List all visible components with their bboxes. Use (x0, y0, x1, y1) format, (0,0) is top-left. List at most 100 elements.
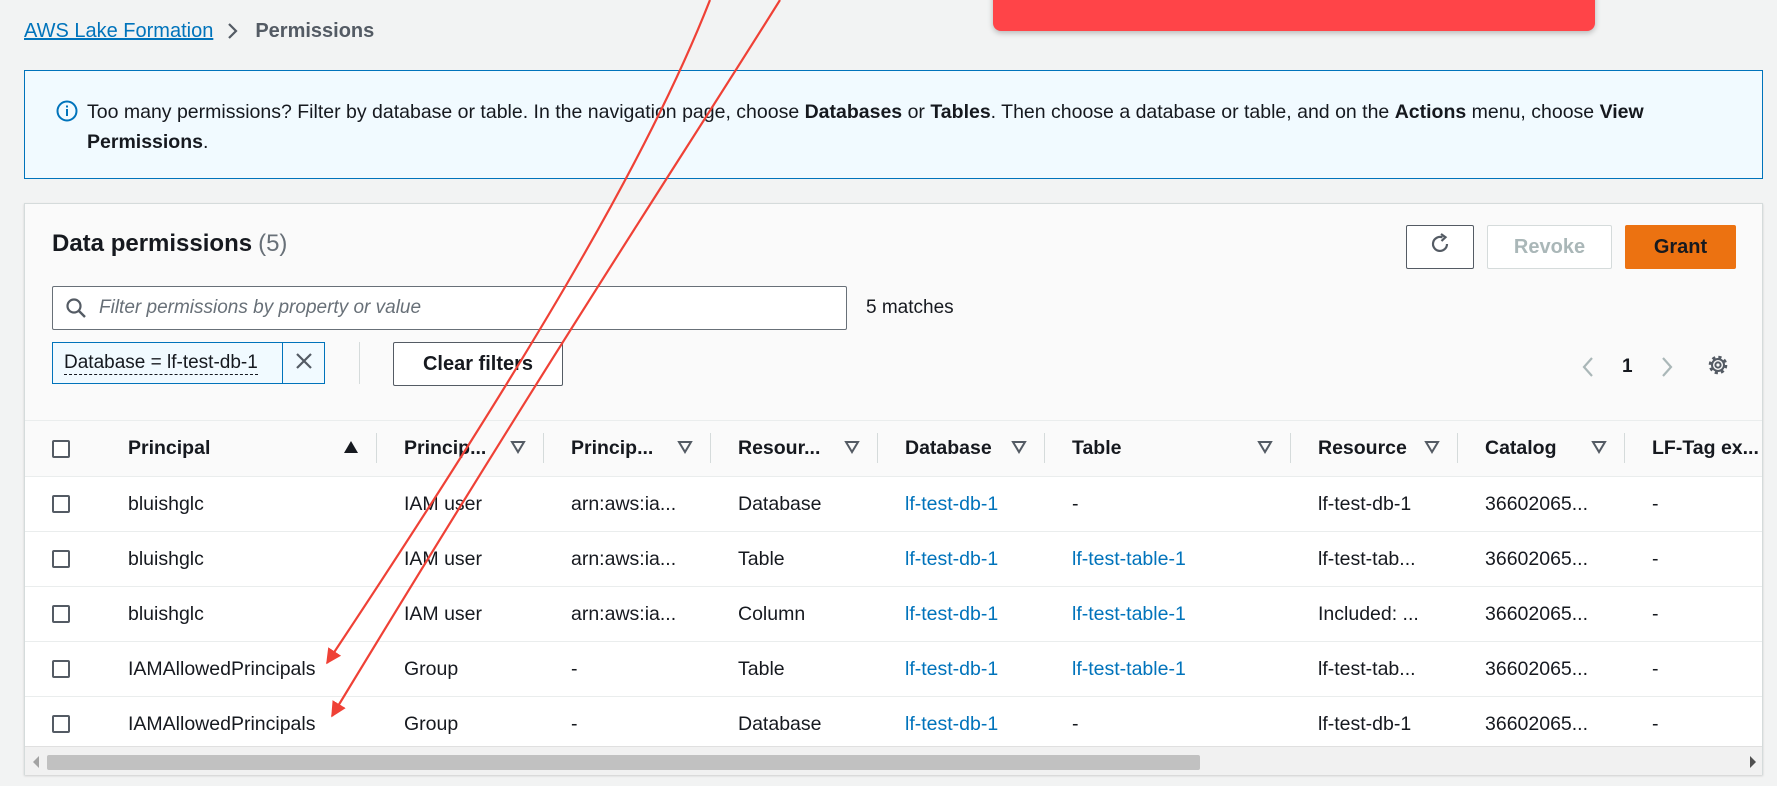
table-cell: lf-test-table-1 (1045, 586, 1291, 642)
scroll-right-arrow-icon[interactable] (1748, 755, 1758, 774)
column-header[interactable]: Catalog (1458, 420, 1625, 477)
row-select-cell (25, 586, 101, 642)
column-header[interactable]: Resource (1291, 420, 1458, 477)
table-cell: Group (377, 641, 544, 697)
settings-gear-icon[interactable] (1705, 352, 1731, 378)
table-cell: 36602065... (1458, 531, 1625, 587)
table-cell: IAMAllowedPrincipals (101, 641, 377, 697)
column-header-label: Princip... (404, 437, 487, 459)
scroll-left-arrow-icon[interactable] (31, 755, 41, 774)
column-header[interactable]: Princip... (544, 420, 711, 477)
column-header[interactable]: LF-Tag ex... (1625, 420, 1762, 477)
lf-tag-expression-cell-text: - (1652, 602, 1659, 625)
database-link[interactable]: lf-test-db-1 (878, 493, 1045, 516)
principal-cell-text: IAMAllowedPrincipals (128, 712, 316, 735)
column-header-label: Resource (1318, 437, 1407, 459)
search-input[interactable] (97, 296, 837, 320)
info-alert-text-segment: . Then choose a database or table, and o… (990, 101, 1395, 123)
database-link[interactable]: lf-test-db-1 (878, 713, 1045, 736)
filter-token: Database = lf-test-db-1 (52, 342, 325, 384)
resource-cell-text: lf-test-tab... (1318, 547, 1416, 570)
grant-button[interactable]: Grant (1625, 225, 1736, 269)
table-link[interactable]: lf-test-table-1 (1045, 548, 1291, 571)
principal-cell-text: bluishglc (128, 547, 204, 570)
principal-type-cell-text: Group (404, 712, 459, 735)
filter-token-label[interactable]: Database = lf-test-db-1 (53, 343, 282, 383)
remove-filter-button[interactable] (282, 343, 324, 383)
column-header[interactable]: Table (1045, 420, 1291, 477)
table-cell: lf-test-db-1 (878, 531, 1045, 587)
page-number[interactable]: 1 (1622, 356, 1633, 378)
table-link[interactable]: lf-test-table-1 (1045, 658, 1291, 681)
principal-type-cell-text: IAM user (404, 492, 483, 515)
database-link[interactable]: lf-test-db-1 (878, 603, 1045, 626)
table-row[interactable]: bluishglc IAM user arn:aws:ia... Column lf-t… (25, 586, 1762, 642)
column-header[interactable]: Princip... (377, 420, 544, 477)
select-all-checkbox[interactable] (52, 439, 70, 458)
table-cell: Included: ... (1291, 586, 1458, 642)
principal-type-cell-text: Group (404, 657, 459, 680)
clear-filters-button[interactable]: Clear filters (393, 342, 563, 386)
refresh-button[interactable] (1406, 225, 1474, 269)
data-permissions-panel: Data permissions(5) Revoke Grant 5 match… (24, 203, 1763, 775)
column-header[interactable]: Resour... (711, 420, 878, 477)
database-link[interactable]: lf-test-db-1 (878, 658, 1045, 681)
table-header-row: Principal Princip... Princip... Resour..… (25, 420, 1762, 477)
breadcrumb-lake-formation-link[interactable]: AWS Lake Formation (24, 20, 213, 43)
resource-cell-text: lf-test-db-1 (1318, 492, 1412, 515)
table-cell: 36602065... (1458, 476, 1625, 532)
principal-arn-cell-text: - (571, 657, 578, 680)
resource-cell-text: lf-test-db-1 (1318, 712, 1412, 735)
row-checkbox[interactable] (52, 550, 70, 568)
table-cell-text: - (1072, 492, 1079, 515)
chevron-left-icon[interactable] (1576, 355, 1600, 379)
row-select-cell (25, 696, 101, 752)
sort-desc-icon (677, 437, 693, 460)
table-cell: arn:aws:ia... (544, 531, 711, 587)
table-cell: Table (711, 531, 878, 587)
close-icon (295, 352, 313, 375)
sort-desc-icon (1011, 437, 1027, 460)
column-header-label: Principal (128, 437, 211, 459)
table-link[interactable]: lf-test-table-1 (1045, 603, 1291, 626)
red-highlight-banner (993, 0, 1595, 31)
table-cell: lf-test-tab... (1291, 531, 1458, 587)
principal-arn-cell-text: arn:aws:ia... (571, 602, 677, 625)
catalog-cell-text: 36602065... (1485, 712, 1589, 735)
table-row[interactable]: IAMAllowedPrincipals Group - Table lf-test-d… (25, 641, 1762, 697)
table-cell: Group (377, 696, 544, 752)
column-header[interactable]: Principal (101, 420, 377, 477)
principal-cell-text: bluishglc (128, 492, 204, 515)
divider (359, 342, 360, 384)
row-checkbox[interactable] (52, 715, 70, 733)
database-link[interactable]: lf-test-db-1 (878, 548, 1045, 571)
breadcrumb-current: Permissions (255, 19, 375, 42)
resource-type-cell-text: Column (738, 602, 806, 625)
row-checkbox[interactable] (52, 660, 70, 678)
chevron-right-icon (227, 22, 239, 40)
info-alert-bold-term: Databases (804, 101, 903, 123)
chevron-right-icon[interactable] (1655, 355, 1679, 379)
resource-type-cell-text: Table (738, 547, 785, 570)
table-cell: - (1045, 696, 1291, 752)
row-checkbox[interactable] (52, 605, 70, 623)
principal-cell-text: IAMAllowedPrincipals (128, 657, 316, 680)
principal-type-cell-text: IAM user (404, 602, 483, 625)
table-cell: Database (711, 476, 878, 532)
catalog-cell-text: 36602065... (1485, 547, 1589, 570)
lf-tag-expression-cell-text: - (1652, 547, 1659, 570)
table-cell: lf-test-db-1 (1291, 696, 1458, 752)
principal-arn-cell-text: arn:aws:ia... (571, 547, 677, 570)
table-row[interactable]: bluishglc IAM user arn:aws:ia... Table lf-te… (25, 531, 1762, 587)
table-row[interactable]: IAMAllowedPrincipals Group - Database lf-tes… (25, 696, 1762, 752)
scrollbar-thumb[interactable] (47, 755, 1200, 770)
table-row[interactable]: bluishglc IAM user arn:aws:ia... Database lf… (25, 476, 1762, 532)
sort-asc-icon (343, 437, 359, 460)
table-cell: lf-test-table-1 (1045, 641, 1291, 697)
refresh-icon (1428, 232, 1452, 262)
revoke-button[interactable]: Revoke (1487, 225, 1612, 269)
column-header[interactable]: Database (878, 420, 1045, 477)
table-cell: 36602065... (1458, 696, 1625, 752)
row-checkbox[interactable] (52, 495, 70, 513)
horizontal-scrollbar[interactable] (25, 746, 1762, 775)
